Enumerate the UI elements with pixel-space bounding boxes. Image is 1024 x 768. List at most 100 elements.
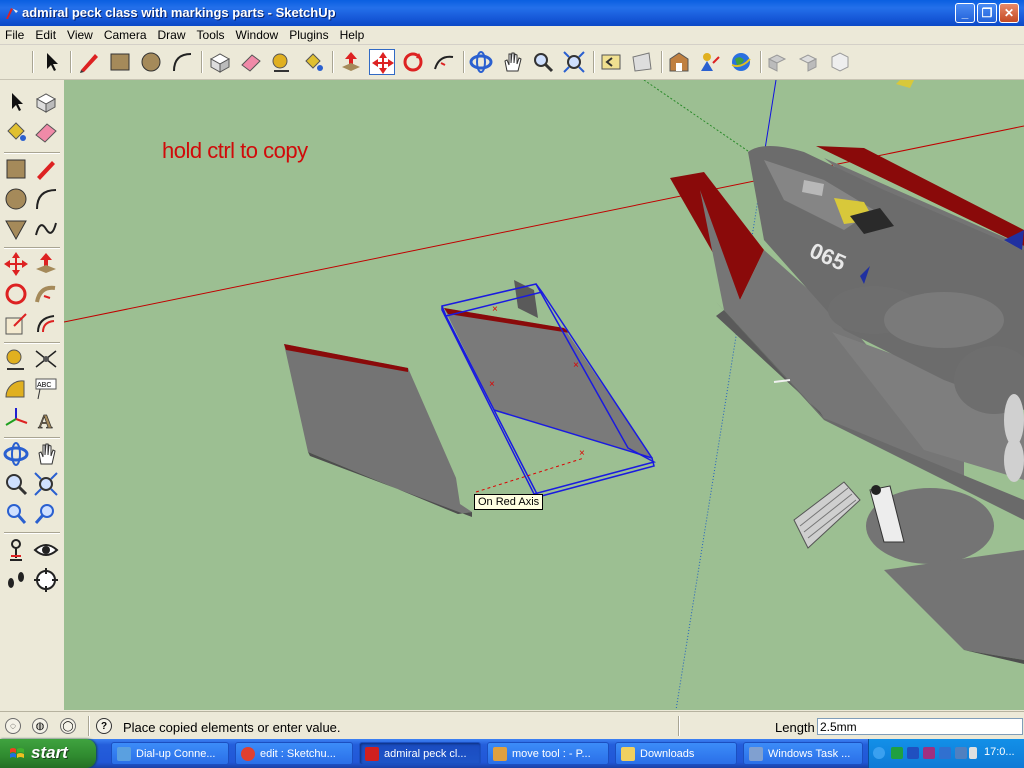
left-section-plane-tool[interactable]: [32, 566, 60, 594]
left-dimension-tool[interactable]: [32, 345, 60, 373]
menu-window[interactable]: Window: [231, 26, 285, 43]
left-freehand-tool[interactable]: [32, 215, 60, 243]
next-view-button[interactable]: [629, 49, 655, 75]
components-button[interactable]: [666, 49, 692, 75]
left-orbit-tool[interactable]: [2, 440, 30, 468]
left-push-pull-tool[interactable]: [32, 250, 60, 278]
left-scale-tool[interactable]: [2, 310, 30, 338]
left-polygon-tool[interactable]: [2, 215, 30, 243]
left-look-around-tool[interactable]: [32, 536, 60, 564]
left-move-tool[interactable]: [2, 250, 30, 278]
left-zoom-tool[interactable]: [2, 470, 30, 498]
left-paint-bucket-tool[interactable]: [2, 118, 30, 146]
menu-view[interactable]: View: [62, 26, 99, 43]
orbit-tool-button[interactable]: [468, 49, 494, 75]
zoom-tool-button[interactable]: [530, 49, 556, 75]
left-3d-text-tool[interactable]: A: [32, 405, 60, 434]
previous-view-button[interactable]: [598, 49, 624, 75]
left-pan-tool[interactable]: [32, 440, 60, 468]
follow-me-icon: [35, 285, 56, 303]
task-downloads[interactable]: Downloads: [615, 742, 737, 765]
google-earth-button[interactable]: [728, 49, 754, 75]
standard-view-front-button[interactable]: [826, 49, 852, 75]
tape-measure-button[interactable]: [269, 49, 295, 75]
task-sketchup[interactable]: admiral peck cl...: [359, 742, 481, 765]
left-pencil-tool[interactable]: [32, 155, 60, 183]
task-dialup[interactable]: Dial-up Conne...: [111, 742, 229, 765]
menu-help[interactable]: Help: [335, 26, 371, 43]
tray-monitor-icon[interactable]: [907, 747, 919, 759]
menu-edit[interactable]: Edit: [30, 26, 62, 43]
pencil-tool-button[interactable]: [76, 49, 102, 75]
maximize-button[interactable]: ❐: [977, 3, 997, 23]
left-zoom-extents-tool[interactable]: [32, 500, 60, 528]
left-circle-tool[interactable]: [2, 185, 30, 213]
3d-scene[interactable]: × × × × 065: [64, 80, 1024, 710]
left-zoom-window-tool[interactable]: [32, 470, 60, 498]
push-pull-button[interactable]: [338, 49, 364, 75]
left-tape-measure-tool[interactable]: [2, 345, 30, 373]
task-move-tool[interactable]: move tool : - P...: [487, 742, 609, 765]
credits-icon[interactable]: ◍: [32, 718, 48, 734]
menu-tools[interactable]: Tools: [192, 26, 231, 43]
rotate-tool-button[interactable]: [400, 49, 426, 75]
menu-file[interactable]: File: [0, 26, 30, 43]
orbit-icon: [3, 442, 29, 466]
tray-network-icon[interactable]: [891, 747, 903, 759]
zoom-extents-icon: [563, 51, 585, 73]
rectangle-tool-button[interactable]: [107, 49, 133, 75]
menu-camera[interactable]: Camera: [99, 26, 153, 43]
make-component-button[interactable]: [207, 49, 233, 75]
close-button[interactable]: ✕: [999, 3, 1019, 23]
left-axes-tool[interactable]: [2, 405, 30, 433]
tray-expand-icon[interactable]: [873, 747, 885, 759]
geo-location-icon[interactable]: ◌: [5, 718, 21, 734]
left-previous-zoom-tool[interactable]: [2, 500, 30, 528]
tray-app-icon[interactable]: [923, 747, 935, 759]
move-tool-button[interactable]: [369, 49, 395, 75]
left-arc-tool[interactable]: [32, 185, 60, 213]
tray-display-icon[interactable]: [955, 747, 967, 759]
left-text-tool[interactable]: ABC: [32, 375, 60, 403]
folder-icon: [621, 747, 635, 761]
circle-tool-button[interactable]: [138, 49, 164, 75]
pan-tool-button[interactable]: [499, 49, 525, 75]
share-model-icon: [701, 53, 720, 71]
left-rectangle-tool[interactable]: [2, 155, 30, 183]
left-rotate-tool[interactable]: [2, 280, 30, 308]
left-eraser-tool[interactable]: [32, 118, 60, 146]
share-model-button[interactable]: [697, 49, 723, 75]
left-follow-me-tool[interactable]: [32, 280, 60, 308]
left-walk-tool[interactable]: [2, 566, 30, 594]
start-button[interactable]: start: [0, 739, 96, 768]
task-task-manager[interactable]: Windows Task ...: [743, 742, 863, 765]
standard-view-top-button[interactable]: [795, 49, 821, 75]
model-viewport[interactable]: × × × × 065 hold ctrl to copy On Red Axi…: [64, 80, 1024, 710]
tray-security-icon[interactable]: [939, 747, 951, 759]
wing-part-left[interactable]: [284, 344, 472, 517]
user-icon[interactable]: ◯: [60, 718, 76, 734]
minimize-button[interactable]: _: [955, 3, 975, 23]
admiral-peck-ship-model[interactable]: 065: [670, 146, 1024, 520]
help-circle-icon[interactable]: ?: [96, 718, 112, 734]
task-chrome-edit[interactable]: edit : Sketchu...: [235, 742, 353, 765]
eye-icon: [33, 544, 59, 556]
left-offset-tool[interactable]: [32, 310, 60, 338]
eraser-tool-button[interactable]: [238, 49, 264, 75]
paint-bucket-button[interactable]: [300, 49, 326, 75]
measurements-input[interactable]: 2.5mm: [817, 718, 1023, 735]
selected-wing-part-copy[interactable]: × × × ×: [441, 280, 657, 499]
hand-icon: [38, 443, 56, 465]
left-protractor-tool[interactable]: [2, 375, 30, 403]
left-make-component-tool[interactable]: [32, 88, 60, 116]
tray-volume-icon[interactable]: [969, 747, 977, 759]
menu-draw[interactable]: Draw: [153, 26, 192, 43]
select-tool-button[interactable]: [38, 49, 64, 75]
arc-tool-button[interactable]: [169, 49, 195, 75]
zoom-extents-button[interactable]: [561, 49, 587, 75]
standard-view-iso-button[interactable]: [764, 49, 790, 75]
left-select-tool[interactable]: [2, 88, 30, 116]
follow-me-button[interactable]: [431, 49, 457, 75]
left-position-camera-tool[interactable]: [2, 536, 30, 564]
menu-plugins[interactable]: Plugins: [284, 26, 334, 43]
